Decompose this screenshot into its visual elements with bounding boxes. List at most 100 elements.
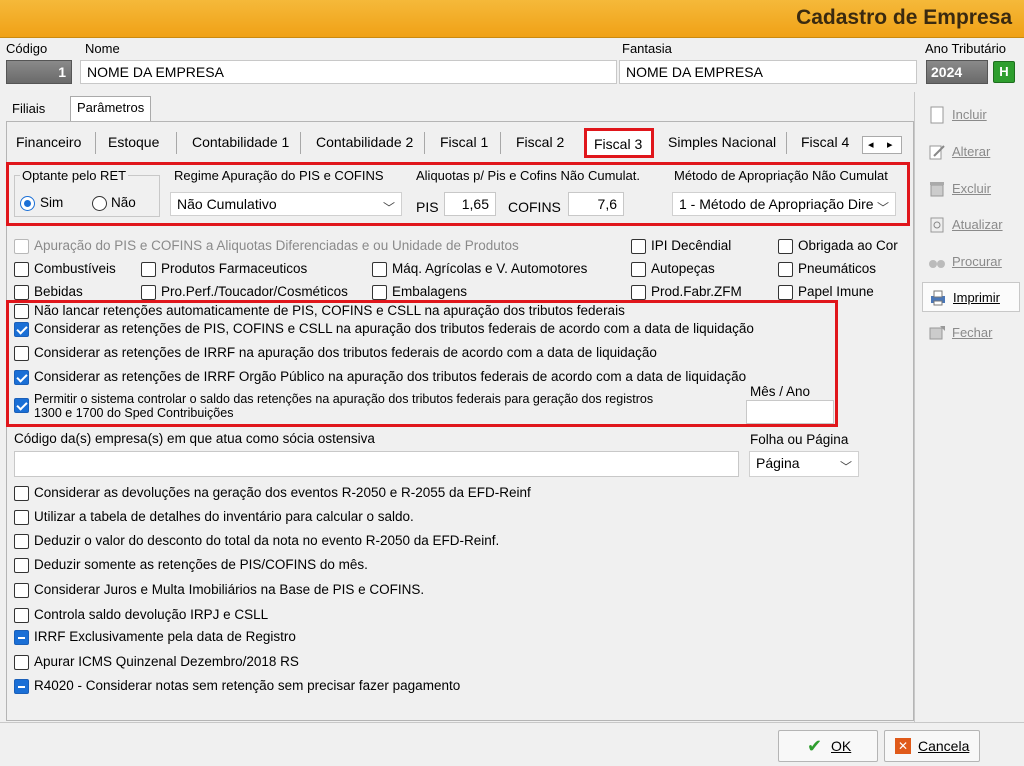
fechar-button[interactable]: Fechar (922, 318, 1020, 348)
delete-icon (930, 182, 944, 197)
tab-simples-nacional[interactable]: Simples Nacional (668, 134, 776, 150)
option-checkbox[interactable] (14, 655, 29, 670)
ret-sim-radio[interactable] (20, 196, 35, 211)
mes-ano-label: Mês / Ano (750, 384, 811, 399)
tab-scroll: ◂ ▸ (862, 136, 902, 154)
fantasia-label: Fantasia (622, 41, 672, 56)
farmaceuticos-checkbox[interactable] (141, 262, 156, 277)
obrigada-label: Obrigada ao Cor (798, 238, 898, 253)
tab-financeiro[interactable]: Financeiro (16, 134, 81, 150)
option-label: R4020 - Considerar notas sem retenção se… (34, 678, 461, 693)
cofins-input[interactable]: 7,6 (568, 192, 624, 216)
excluir-button[interactable]: Excluir (922, 174, 1020, 204)
combustiveis-checkbox[interactable] (14, 262, 29, 277)
tab-separator (500, 132, 501, 154)
tab-fiscal-4[interactable]: Fiscal 4 (801, 134, 849, 150)
pro-perf-label: Pro.Perf./Toucador/Cosméticos (161, 284, 348, 299)
ano-label: Ano Tributário (925, 41, 1006, 56)
tab-parametros[interactable]: Parâmetros (70, 96, 152, 122)
option-label: Considerar as devoluções na geração dos … (34, 485, 531, 500)
socia-label: Código da(s) empresa(s) em que atua como… (14, 431, 375, 446)
folha-label: Folha ou Página (750, 432, 849, 447)
regime-value: Não Cumulativo (177, 196, 277, 212)
mes-ano-input[interactable] (746, 400, 834, 424)
ano-field[interactable]: 2024 (926, 60, 988, 84)
embalagens-checkbox[interactable] (372, 285, 387, 300)
tab-separator (300, 132, 301, 154)
folha-select[interactable]: Página ﹀ (749, 451, 859, 477)
ano-h-button[interactable]: H (993, 61, 1015, 83)
tab-fiscal-1[interactable]: Fiscal 1 (440, 134, 488, 150)
metodo-select[interactable]: 1 - Método de Apropriação Dire ﹀ (672, 192, 896, 216)
edit-icon (929, 145, 945, 160)
regime-select[interactable]: Não Cumulativo ﹀ (170, 192, 402, 216)
considerar-orgao-checkbox[interactable] (14, 370, 29, 385)
cofins-label: COFINS (508, 199, 561, 215)
ipi-decendial-checkbox[interactable] (631, 239, 646, 254)
alterar-button[interactable]: Alterar (922, 137, 1020, 167)
diferenciadas-checkbox[interactable] (14, 239, 29, 254)
metodo-value: 1 - Método de Apropriação Dire (679, 196, 874, 212)
ok-button[interactable]: ✔ OK (778, 730, 878, 762)
option-label: Deduzir somente as retenções de PIS/COFI… (34, 557, 368, 572)
prod-fabr-checkbox[interactable] (631, 285, 646, 300)
pis-input[interactable]: 1,65 (444, 192, 496, 216)
ok-label: OK (831, 738, 852, 754)
codigo-field[interactable]: 1 (6, 60, 72, 84)
tab-fiscal-3-active[interactable]: Fiscal 3 (584, 128, 654, 158)
obrigada-checkbox[interactable] (778, 239, 793, 254)
considerar-irrf-checkbox[interactable] (14, 346, 29, 361)
tab-next-arrow-icon[interactable]: ▸ (887, 137, 893, 153)
alterar-label: Alterar (952, 144, 991, 159)
cancel-button[interactable]: ✕ Cancela (884, 730, 980, 762)
option-checkbox[interactable] (14, 630, 29, 645)
permitir-saldo-checkbox[interactable] (14, 398, 29, 413)
window-title: Cadastro de Empresa (796, 6, 1012, 29)
considerar-pis-checkbox[interactable] (14, 322, 29, 337)
diferenciadas-label: Apuração do PIS e COFINS a Aliquotas Dif… (34, 238, 519, 253)
tab-separator (786, 132, 787, 154)
socia-input[interactable] (14, 451, 739, 477)
incluir-label: Incluir (952, 107, 987, 122)
autopecas-checkbox[interactable] (631, 262, 646, 277)
atualizar-button[interactable]: Atualizar (922, 210, 1020, 240)
tab-contabilidade-1[interactable]: Contabilidade 1 (192, 134, 289, 150)
procurar-button[interactable]: Procurar (922, 247, 1020, 277)
papel-imune-label: Papel Imune (798, 284, 874, 299)
refresh-icon (930, 217, 944, 233)
tab-prev-arrow-icon[interactable]: ◂ (868, 137, 874, 153)
option-checkbox[interactable] (14, 608, 29, 623)
combustiveis-label: Combustíveis (34, 261, 116, 276)
incluir-button[interactable]: Incluir (922, 100, 1020, 130)
ret-sim-label: Sim (40, 195, 64, 210)
bebidas-checkbox[interactable] (14, 285, 29, 300)
option-checkbox[interactable] (14, 583, 29, 598)
option-checkbox[interactable] (14, 558, 29, 573)
fantasia-input[interactable]: NOME DA EMPRESA (619, 60, 917, 84)
tab-fiscal-3-label: Fiscal 3 (594, 136, 643, 152)
farmaceuticos-label: Produtos Farmaceuticos (161, 261, 308, 276)
codigo-label: Código (6, 41, 48, 56)
option-checkbox[interactable] (14, 679, 29, 694)
maq-agricolas-checkbox[interactable] (372, 262, 387, 277)
nome-input[interactable]: NOME DA EMPRESA (80, 60, 617, 84)
tab-fiscal-2[interactable]: Fiscal 2 (516, 134, 564, 150)
option-checkbox[interactable] (14, 510, 29, 525)
chevron-down-icon: ﹀ (876, 201, 889, 215)
option-checkbox[interactable] (14, 486, 29, 501)
fechar-label: Fechar (952, 325, 993, 340)
tab-estoque[interactable]: Estoque (108, 134, 159, 150)
pro-perf-checkbox[interactable] (141, 285, 156, 300)
option-checkbox[interactable] (14, 534, 29, 549)
tab-contabilidade-2[interactable]: Contabilidade 2 (316, 134, 413, 150)
ret-nao-radio[interactable] (92, 196, 107, 211)
pis-label: PIS (416, 199, 439, 215)
pneumaticos-checkbox[interactable] (778, 262, 793, 277)
maq-agricolas-label: Máq. Agrícolas e V. Automotores (392, 261, 588, 276)
papel-imune-checkbox[interactable] (778, 285, 793, 300)
imprimir-button[interactable]: Imprimir (922, 282, 1020, 312)
chevron-down-icon: ﹀ (839, 460, 852, 474)
tab-filiais[interactable]: Filiais (6, 98, 51, 119)
option-label: IRRF Exclusivamente pela data de Registr… (34, 629, 296, 644)
nao-lancar-checkbox[interactable] (14, 304, 29, 319)
